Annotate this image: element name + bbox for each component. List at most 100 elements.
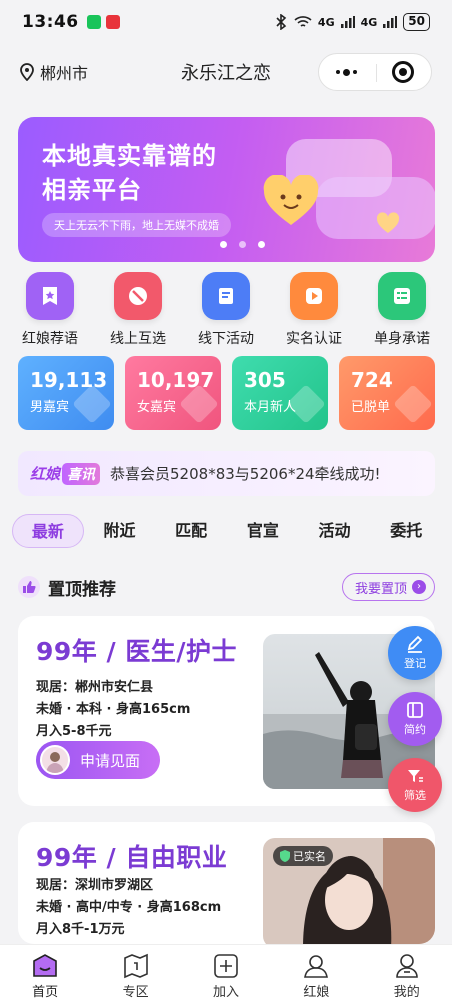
register-label: 登记 xyxy=(404,657,426,670)
signal-bars-icon-2 xyxy=(383,16,398,28)
wechat-notification-icon xyxy=(86,15,101,29)
tabbar-label: 加入 xyxy=(212,985,239,1000)
location-selector[interactable]: 郴州市 xyxy=(20,60,88,84)
avatar xyxy=(40,745,70,775)
request-meeting-button[interactable]: 申请见面 xyxy=(36,741,160,779)
signal-bars-icon xyxy=(340,16,355,28)
profile-icon xyxy=(395,954,418,978)
banner-headline-line-2: 相亲平台 xyxy=(42,176,142,204)
no-entry-icon xyxy=(114,272,162,320)
tab-delegate[interactable]: 委托 xyxy=(370,514,442,548)
add-icon xyxy=(214,954,238,978)
quick-item-verify[interactable]: 实名认证 xyxy=(272,272,356,348)
verified-label: 已实名 xyxy=(293,850,326,863)
pin-me-label: 我要置顶 xyxy=(354,581,407,597)
filter-label: 筛选 xyxy=(404,789,426,802)
more-icon[interactable] xyxy=(336,68,358,76)
stat-male-guests[interactable]: 19,113 男嘉宾 xyxy=(18,356,114,430)
tab-match[interactable]: 匹配 xyxy=(155,514,227,548)
profile-card-2[interactable]: 99年 / 自由职业 现居：深圳市罗湖区 未婚 · 高中/中专 · 身高168c… xyxy=(18,822,435,944)
hero-banner[interactable]: 本地真实靠谱的 相亲平台 天上无云不下雨，地上无媒不成婚 xyxy=(18,117,435,262)
quick-menu: 红娘荐语 线上互选 线下活动 实名认证 单身承诺 xyxy=(8,272,444,348)
profile-income: 月入5-8千元 xyxy=(36,724,112,739)
filter-icon xyxy=(408,770,423,782)
location-pin-icon xyxy=(20,63,34,81)
profile-card[interactable]: 99年 / 医生/护士 现居：郴州市安仁县 未婚 · 本科 · 身高165cm … xyxy=(18,616,435,806)
app-notification-icon xyxy=(105,15,120,29)
tabbar-profile[interactable]: 我的 xyxy=(362,945,452,1000)
location-label: 郴州市 xyxy=(40,64,89,83)
tabbar-matchmaker[interactable]: 红娘 xyxy=(271,945,361,1000)
heart-icon xyxy=(263,175,319,225)
stat-label: 本月新人 xyxy=(244,400,297,415)
quick-item-label: 红娘荐语 xyxy=(22,331,78,347)
play-icon xyxy=(290,272,338,320)
verified-badge: 已实名 xyxy=(273,846,333,866)
section-title: 置顶推荐 xyxy=(48,579,116,600)
stat-label: 女嘉宾 xyxy=(137,400,177,415)
stat-value: 305 xyxy=(244,368,286,392)
tab-latest[interactable]: 最新 xyxy=(12,514,84,548)
bluetooth-icon xyxy=(276,14,287,30)
quick-item-label: 线下活动 xyxy=(198,331,254,347)
battery-indicator: 50 xyxy=(403,13,430,31)
nav-bar: 郴州市 永乐江之恋 xyxy=(0,44,452,100)
stat-label: 已脱单 xyxy=(351,400,391,415)
tabbar-join[interactable]: 加入 xyxy=(181,945,271,1000)
tab-nearby[interactable]: 附近 xyxy=(84,514,156,548)
edit-icon xyxy=(407,635,423,653)
tabbar-zone[interactable]: 专区 xyxy=(91,945,181,1000)
quick-item-recommend[interactable]: 红娘荐语 xyxy=(8,272,92,348)
stat-new-this-month[interactable]: 305 本月新人 xyxy=(232,356,328,430)
tab-events[interactable]: 活动 xyxy=(299,514,371,548)
tabbar-label: 我的 xyxy=(393,985,420,1000)
banner-headline: 本地真实靠谱的 相亲平台 xyxy=(42,139,217,207)
close-miniprogram-icon[interactable] xyxy=(391,61,414,83)
profile-details: 未婚 · 高中/中专 · 身高168cm xyxy=(36,900,222,915)
home-icon xyxy=(33,954,57,977)
quick-item-offline[interactable]: 线下活动 xyxy=(184,272,268,348)
wifi-icon xyxy=(294,16,312,27)
chevron-right-icon: › xyxy=(412,580,426,594)
profile-photo[interactable]: 已实名 xyxy=(263,838,435,944)
ticker-tag-matchmaker: 红娘 xyxy=(30,465,61,483)
banner-headline-line-1: 本地真实靠谱的 xyxy=(42,142,217,170)
compact-view-label: 简约 xyxy=(404,723,426,736)
book-icon xyxy=(202,272,250,320)
profile-headline: 99年 / 医生/护士 xyxy=(36,637,237,666)
tabbar-label: 首页 xyxy=(32,985,59,1000)
signal-2: 4G xyxy=(360,15,378,29)
pinned-section-header: 置顶推荐 我要置顶 › xyxy=(18,572,435,602)
quick-item-online[interactable]: 线上互选 xyxy=(96,272,180,348)
profile-details: 未婚 · 本科 · 身高165cm xyxy=(36,702,191,717)
tabbar-home[interactable]: 首页 xyxy=(0,945,90,1000)
shield-icon xyxy=(280,850,290,862)
profile-headline: 99年 / 自由职业 xyxy=(36,843,228,872)
quick-item-label: 线上互选 xyxy=(110,331,166,347)
register-button[interactable]: 登记 xyxy=(388,626,442,680)
profile-residence: 现居：郴州市安仁县 xyxy=(36,680,154,695)
ticker-tag-news: 喜讯 xyxy=(62,462,101,485)
quick-item-label: 实名认证 xyxy=(286,331,342,347)
news-ticker[interactable]: 红娘 喜讯 恭喜会员5208*83与5206*24牵线成功! xyxy=(18,451,435,496)
quick-item-promise[interactable]: 单身承诺 xyxy=(360,272,444,348)
stat-value: 19,113 xyxy=(30,368,108,392)
stat-female-guests[interactable]: 10,197 女嘉宾 xyxy=(125,356,221,430)
map-icon xyxy=(123,953,148,979)
tab-announce[interactable]: 官宣 xyxy=(227,514,299,548)
stat-matched[interactable]: 724 已脱单 xyxy=(339,356,435,430)
quick-item-label: 单身承诺 xyxy=(374,331,430,347)
signal-1: 4G xyxy=(317,15,335,29)
list-icon xyxy=(378,272,426,320)
request-meeting-label: 申请见面 xyxy=(80,751,141,770)
filter-button[interactable]: 筛选 xyxy=(388,758,442,812)
matchmaker-icon xyxy=(304,955,329,978)
tabbar-label: 专区 xyxy=(122,985,149,1000)
banner-pagination xyxy=(220,241,265,248)
small-heart-icon xyxy=(376,212,400,233)
compact-view-button[interactable]: 简约 xyxy=(388,692,442,746)
clock: 13:46 xyxy=(22,12,79,32)
bottom-tab-bar: 首页 专区 加入 红娘 我的 xyxy=(0,944,452,1000)
pin-me-button[interactable]: 我要置顶 › xyxy=(341,573,435,601)
stat-value: 10,197 xyxy=(137,368,215,392)
